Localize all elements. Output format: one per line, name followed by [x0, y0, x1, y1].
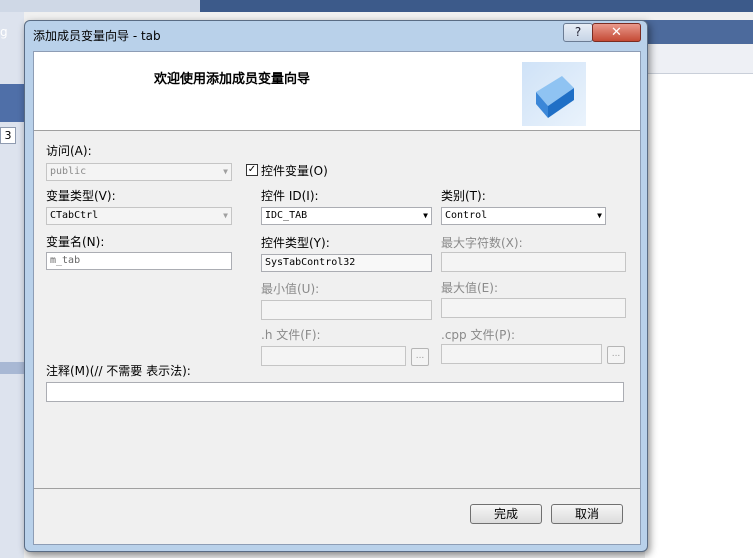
chevron-down-icon: ▼	[597, 211, 602, 220]
variable-type-value: CTabCtrl	[50, 210, 99, 221]
control-id-combo[interactable]: IDC_TAB ▼	[261, 207, 432, 225]
ide-left-panel-header	[0, 84, 24, 122]
cpp-file-input	[441, 344, 602, 364]
ide-toolbar	[0, 0, 200, 12]
wizard-cube-icon	[522, 62, 586, 126]
variable-type-label: 变量类型(V):	[46, 189, 116, 203]
dialog-client-area: 欢迎使用添加成员变量向导 访问(A): public ▼ 变量类型(V): CT…	[33, 51, 641, 545]
cancel-button[interactable]: 取消	[551, 504, 623, 524]
ide-left-number: 3	[0, 127, 16, 144]
control-id-label: 控件 ID(I):	[261, 189, 319, 203]
h-file-label: .h 文件(F):	[261, 328, 321, 342]
ide-left-label: g	[0, 25, 8, 39]
ide-left-scroll-marker	[0, 362, 24, 374]
close-button[interactable]: ✕	[592, 23, 641, 42]
wizard-header-title: 欢迎使用添加成员变量向导	[154, 72, 311, 87]
min-value-label: 最小值(U):	[261, 282, 320, 296]
access-label: 访问(A):	[46, 144, 92, 158]
help-button[interactable]: ?	[563, 23, 593, 42]
category-value: Control	[445, 210, 488, 221]
ide-editor-area	[645, 45, 753, 558]
access-value: public	[50, 166, 87, 177]
chevron-down-icon: ▼	[423, 211, 428, 220]
category-combo[interactable]: Control ▼	[441, 207, 606, 225]
control-type-label: 控件类型(Y):	[261, 236, 330, 250]
cpp-file-browse-button: ...	[607, 346, 625, 364]
chevron-down-icon: ▼	[223, 211, 228, 220]
control-variable-label[interactable]: 控件变量(O)	[261, 162, 328, 179]
max-chars-input	[441, 252, 626, 272]
variable-name-input[interactable]: m_tab	[46, 252, 232, 270]
wizard-header: 欢迎使用添加成员变量向导	[34, 52, 640, 131]
variable-type-combo[interactable]: CTabCtrl ▼	[46, 207, 232, 225]
dialog-title-bar[interactable]: 添加成员变量向导 - tab ? ✕	[25, 21, 647, 48]
max-value-label: 最大值(E):	[441, 281, 498, 295]
add-member-variable-dialog: 添加成员变量向导 - tab ? ✕ 欢迎使用添加成员变量向导 访问(A): p…	[24, 20, 648, 552]
control-type-field: SysTabControl32	[261, 254, 432, 272]
cpp-file-label: .cpp 文件(P):	[441, 328, 516, 342]
chevron-down-icon: ▼	[223, 167, 228, 176]
ide-editor-toolbar	[645, 45, 753, 74]
comment-input[interactable]	[46, 382, 624, 402]
variable-name-label: 变量名(N):	[46, 235, 105, 249]
finish-button[interactable]: 完成	[470, 504, 542, 524]
control-variable-checkbox[interactable]: ✓	[246, 164, 258, 176]
h-file-browse-button: ...	[411, 348, 429, 366]
footer-separator	[34, 488, 640, 489]
min-value-input	[261, 300, 432, 320]
dialog-title: 添加成员变量向导 - tab	[33, 29, 161, 43]
comment-label: 注释(M)(// 不需要 表示法):	[46, 364, 191, 378]
max-value-input	[441, 298, 626, 318]
h-file-input	[261, 346, 406, 366]
max-chars-label: 最大字符数(X):	[441, 236, 523, 250]
access-combo: public ▼	[46, 163, 232, 181]
category-label: 类别(T):	[441, 189, 486, 203]
control-id-value: IDC_TAB	[265, 210, 308, 221]
